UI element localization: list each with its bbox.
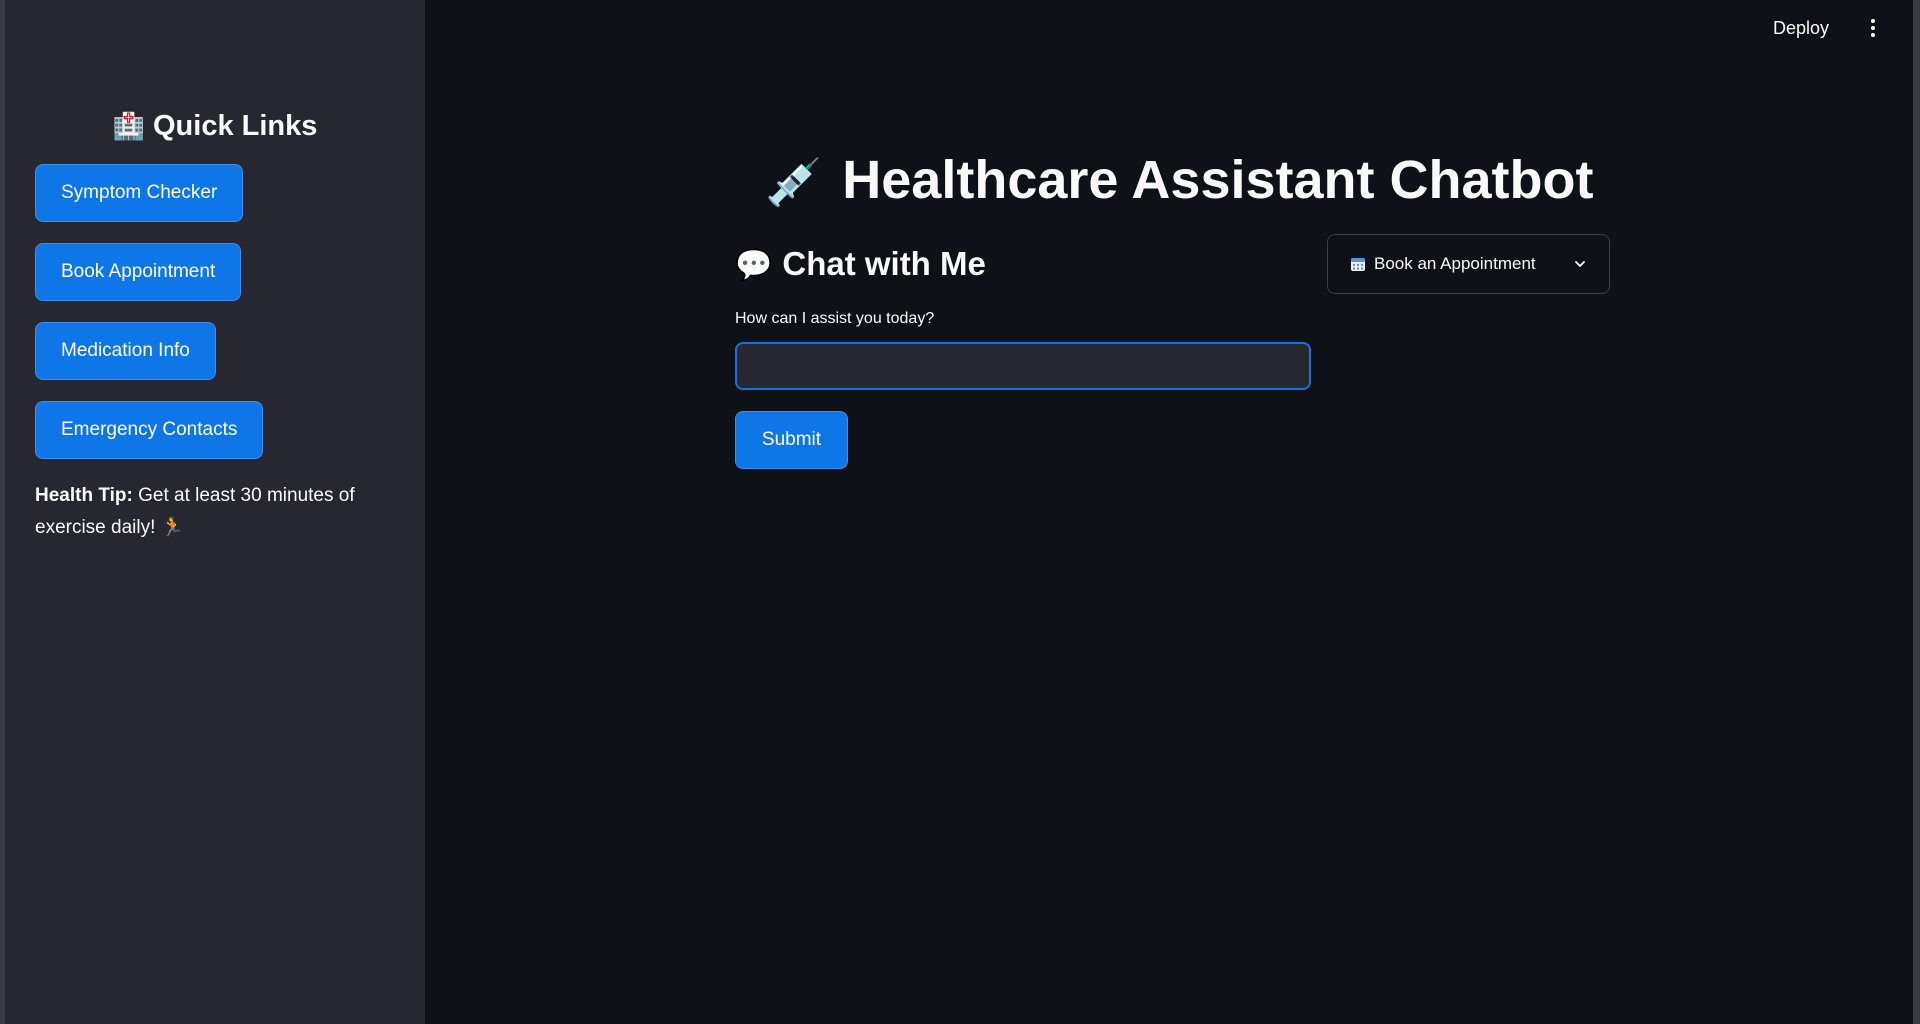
speech-bubble-icon: 💬: [735, 249, 773, 282]
emergency-contacts-button[interactable]: Emergency Contacts: [35, 401, 264, 459]
submit-button[interactable]: Submit: [735, 411, 848, 469]
main-content: Deploy 💉 Healthcare Assistant Chatbot 💬 Ch…: [425, 0, 1913, 1024]
book-appointment-expander[interactable]: Book an Appointment: [1327, 234, 1610, 294]
chat-input[interactable]: [735, 342, 1311, 390]
sidebar-title: 🏥 Quick Links: [5, 106, 425, 146]
medication-info-button[interactable]: Medication Info: [35, 322, 216, 380]
chat-input-label: How can I assist you today?: [735, 310, 935, 327]
kebab-menu-icon[interactable]: [1867, 16, 1879, 40]
deploy-button[interactable]: Deploy: [1765, 14, 1837, 43]
syringe-icon: 💉: [765, 156, 823, 208]
calendar-icon: [1351, 258, 1365, 271]
chevron-down-icon: [1575, 261, 1585, 267]
sidebar: 🏥 Quick Links Symptom Checker Book Appoin…: [5, 0, 425, 1024]
health-tip: Health Tip: Get at least 30 minutes of e…: [35, 480, 375, 544]
symptom-checker-button[interactable]: Symptom Checker: [35, 164, 244, 222]
page-title-text: Healthcare Assistant Chatbot: [842, 150, 1594, 210]
hospital-icon: 🏥: [112, 111, 145, 141]
page-title: 💉 Healthcare Assistant Chatbot: [765, 148, 1593, 214]
book-appointment-button[interactable]: Book Appointment: [35, 243, 242, 301]
app-root: 🏥 Quick Links Symptom Checker Book Appoin…: [0, 0, 1920, 1024]
chat-heading: 💬 Chat with Me: [735, 241, 986, 289]
health-tip-label: Health Tip:: [35, 485, 133, 506]
sidebar-title-text: Quick Links: [152, 110, 318, 142]
expander-label: Book an Appointment: [1374, 254, 1536, 273]
chat-heading-text: Chat with Me: [782, 245, 986, 282]
